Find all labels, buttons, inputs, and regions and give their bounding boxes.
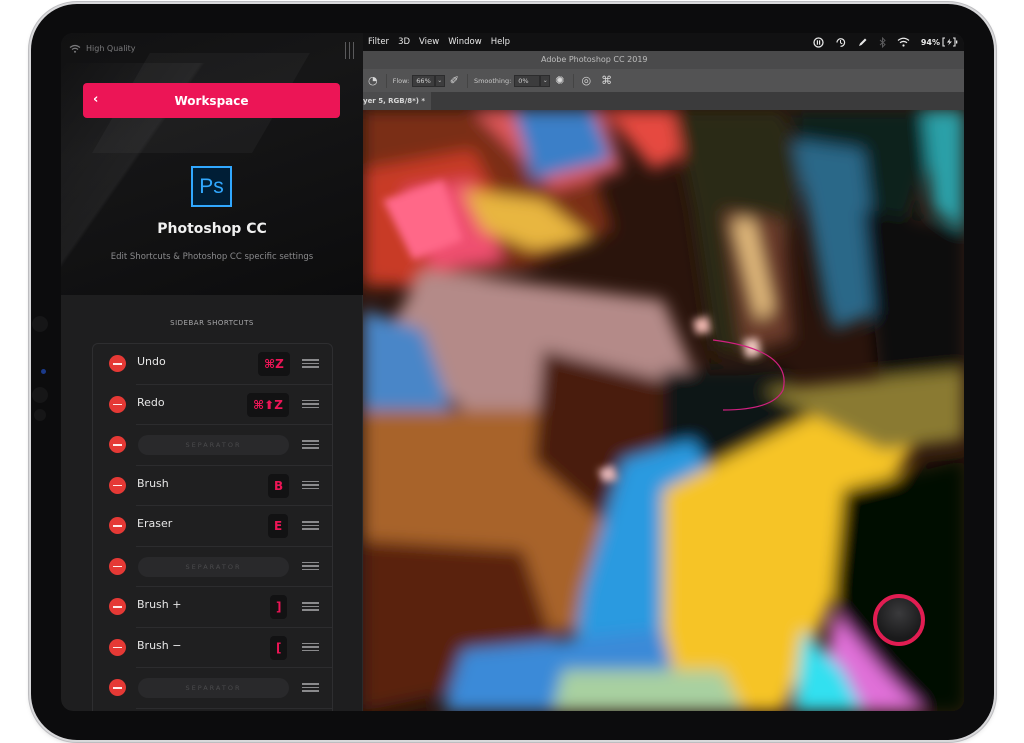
photoshop-window: Filter 3D View Window Help 94% Adobe Pho… (363, 33, 964, 711)
drag-handle-icon[interactable] (302, 440, 319, 451)
remove-icon[interactable] (109, 638, 126, 656)
menu-bar: Filter 3D View Window Help 94% (363, 33, 964, 51)
connection-status: High Quality (69, 44, 136, 53)
pencil-icon[interactable] (857, 37, 868, 48)
wifi-icon (69, 44, 81, 53)
remove-icon[interactable] (109, 679, 126, 696)
symmetry-butterfly-icon[interactable]: ⌘ (601, 74, 612, 87)
bluetooth-icon[interactable] (879, 36, 886, 48)
side-button (34, 409, 46, 421)
list-item[interactable]: Brush B (93, 466, 332, 506)
section-title: SIDEBAR SHORTCUTS (170, 319, 254, 327)
sidebar-resize-handle[interactable] (345, 42, 354, 59)
chevron-down-icon[interactable]: ⌄ (434, 74, 445, 87)
list-item[interactable]: Redo ⌘⬆Z (93, 385, 332, 425)
remove-icon[interactable] (109, 598, 126, 615)
battery-percent: 94% (920, 37, 940, 47)
shortcut-key[interactable]: ] (270, 595, 288, 619)
shortcut-key[interactable]: [ (270, 635, 288, 660)
side-button (32, 316, 48, 332)
app-subtitle: Edit Shortcuts & Photoshop CC specific s… (110, 252, 314, 262)
time-machine-icon[interactable] (835, 37, 846, 48)
drag-handle-icon[interactable] (302, 480, 319, 492)
options-bar: ◔ Flow: 66% ⌄ ✐ Smoothing: 0% ⌄ ✺ ◎ ⌘ (363, 69, 964, 92)
chevron-down-icon[interactable]: ⌄ (540, 74, 551, 87)
shortcut-label: Undo (137, 355, 166, 368)
drag-handle-icon[interactable] (302, 602, 319, 613)
shortcut-label: Redo (137, 395, 165, 409)
battery-charging-icon (942, 37, 958, 47)
list-item-separator[interactable]: SEPARATOR (93, 547, 332, 587)
remove-icon[interactable] (109, 557, 126, 575)
remove-icon[interactable] (109, 355, 126, 372)
remove-icon[interactable] (109, 476, 126, 494)
menu-view[interactable]: View (419, 37, 439, 47)
separator-pill: SEPARATOR (138, 678, 289, 698)
window-title: Adobe Photoshop CC 2019 (541, 55, 648, 64)
list-item-separator[interactable]: SEPARATOR (93, 668, 332, 709)
side-button (32, 387, 48, 403)
drag-handle-icon[interactable] (302, 683, 319, 694)
menu-3d[interactable]: 3D (398, 37, 410, 47)
list-item[interactable]: Undo ⌘Z (93, 344, 332, 385)
list-item-separator[interactable]: SEPARATOR (93, 425, 332, 466)
flow-label: Flow: (392, 76, 410, 85)
drag-handle-icon[interactable] (302, 359, 319, 370)
window-title-bar: Adobe Photoshop CC 2019 (363, 51, 964, 69)
list-item[interactable]: Brush − [ (93, 628, 332, 668)
sidebar: High Quality ‹ Workspace Ps Photoshop CC… (61, 33, 363, 711)
shortcut-key[interactable]: ⌘Z (258, 352, 290, 376)
shortcut-key[interactable]: B (268, 473, 290, 498)
list-item[interactable]: Brush + ] (93, 587, 332, 628)
smoothing-label: Smoothing: (473, 76, 512, 85)
list-item[interactable]: Eraser E (93, 506, 332, 547)
airbrush-icon[interactable]: ✐ (450, 74, 459, 87)
floating-action-button[interactable] (873, 594, 925, 646)
sidebar-header: High Quality ‹ Workspace Ps Photoshop CC… (61, 33, 363, 295)
pause-circle-icon[interactable] (813, 36, 824, 48)
shortcut-label: Brush (137, 476, 169, 490)
remove-icon[interactable] (109, 517, 126, 534)
workspace-label: Workspace (174, 93, 249, 108)
separator-pill: SEPARATOR (138, 435, 289, 455)
screen: High Quality ‹ Workspace Ps Photoshop CC… (61, 33, 964, 711)
workspace-back-button[interactable]: ‹ Workspace (83, 83, 340, 118)
remove-icon[interactable] (109, 436, 126, 453)
separator-pill: SEPARATOR (138, 556, 289, 577)
connection-label: High Quality (86, 44, 136, 53)
menu-filter[interactable]: Filter (368, 37, 389, 47)
chevron-left-icon: ‹ (93, 92, 99, 107)
drag-handle-icon[interactable] (302, 642, 319, 654)
app-title: Photoshop CC (157, 221, 267, 237)
gear-icon[interactable]: ✺ (555, 74, 564, 87)
photoshop-logo-icon: Ps (191, 166, 232, 207)
shortcut-list: Undo ⌘Z Redo ⌘⬆Z SEPARATOR Brush B Erase… (92, 343, 333, 711)
smoothing-input[interactable]: 0% (514, 74, 541, 87)
menu-extras: 94% (813, 33, 958, 51)
document-tab-bar: yer 5, RGB/8*) * (363, 92, 964, 110)
shortcut-key[interactable]: ⌘⬆Z (247, 392, 289, 417)
menu-window[interactable]: Window (448, 37, 482, 47)
document-tab[interactable]: yer 5, RGB/8*) * (363, 92, 432, 110)
flow-input[interactable]: 66% (412, 74, 435, 87)
pressure-size-icon[interactable]: ◎ (582, 74, 592, 87)
wifi-icon[interactable] (897, 37, 910, 47)
drag-handle-icon[interactable] (302, 399, 319, 411)
remove-icon[interactable] (109, 395, 126, 413)
menu-help[interactable]: Help (491, 37, 510, 47)
painting-canvas[interactable] (363, 110, 964, 711)
shortcut-label: Eraser (137, 517, 173, 530)
drag-handle-icon[interactable] (302, 521, 319, 532)
shortcut-label: Brush − (137, 638, 182, 652)
shortcut-label: Brush + (137, 598, 182, 611)
camera-indicator (41, 369, 46, 374)
shortcut-key[interactable]: E (268, 514, 289, 538)
airbrush-pressure-icon[interactable]: ◔ (368, 74, 378, 87)
drag-handle-icon[interactable] (302, 561, 319, 573)
